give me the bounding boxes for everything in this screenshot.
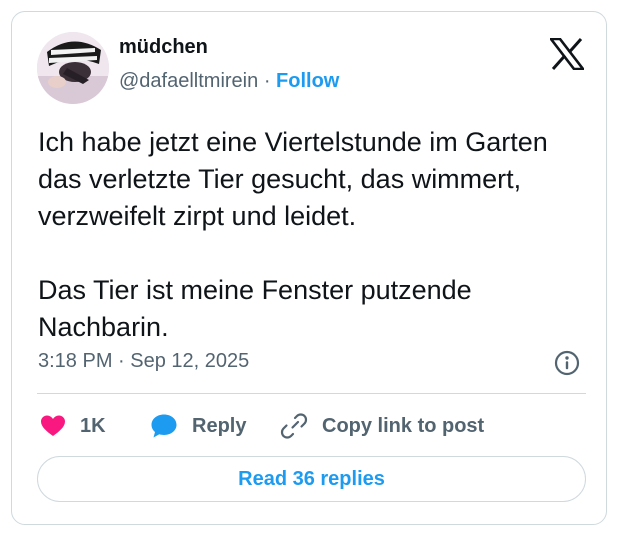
- like-button[interactable]: 1K: [40, 411, 106, 441]
- post-paragraph: Das Tier ist meine Fenster putzende Nach…: [38, 275, 472, 342]
- reply-bubble-icon: [151, 414, 177, 438]
- copy-link-label: Copy link to post: [322, 414, 485, 437]
- link-icon: [280, 413, 308, 439]
- post-timestamp[interactable]: 3:18 PM · Sep 12, 2025: [38, 350, 249, 373]
- author-handle[interactable]: @dafaelltmirein: [119, 70, 258, 92]
- info-icon[interactable]: [553, 349, 581, 377]
- copy-link-button[interactable]: Copy link to post: [280, 411, 484, 441]
- read-replies-button[interactable]: Read 36 replies: [37, 456, 586, 502]
- like-count: 1K: [80, 414, 106, 437]
- follow-button[interactable]: Follow: [276, 70, 339, 92]
- author-handle-row: @dafaelltmirein · Follow: [119, 70, 339, 93]
- x-logo-icon[interactable]: [548, 37, 586, 71]
- post-text: Ich habe jetzt eine Viertelstunde im Gar…: [38, 124, 588, 346]
- avatar[interactable]: [37, 32, 109, 104]
- divider: [37, 393, 586, 394]
- avatar-image: [37, 32, 109, 104]
- reply-button[interactable]: Reply: [150, 411, 246, 441]
- reply-label: Reply: [192, 414, 247, 437]
- author-display-name[interactable]: müdchen: [119, 36, 208, 59]
- post-paragraph: Ich habe jetzt eine Viertelstunde im Gar…: [38, 127, 548, 231]
- heart-icon: [41, 415, 65, 436]
- embedded-post-card: müdchen @dafaelltmirein · Follow Ich hab…: [11, 11, 607, 525]
- read-replies-label: Read 36 replies: [238, 467, 385, 490]
- separator-dot: ·: [263, 70, 271, 92]
